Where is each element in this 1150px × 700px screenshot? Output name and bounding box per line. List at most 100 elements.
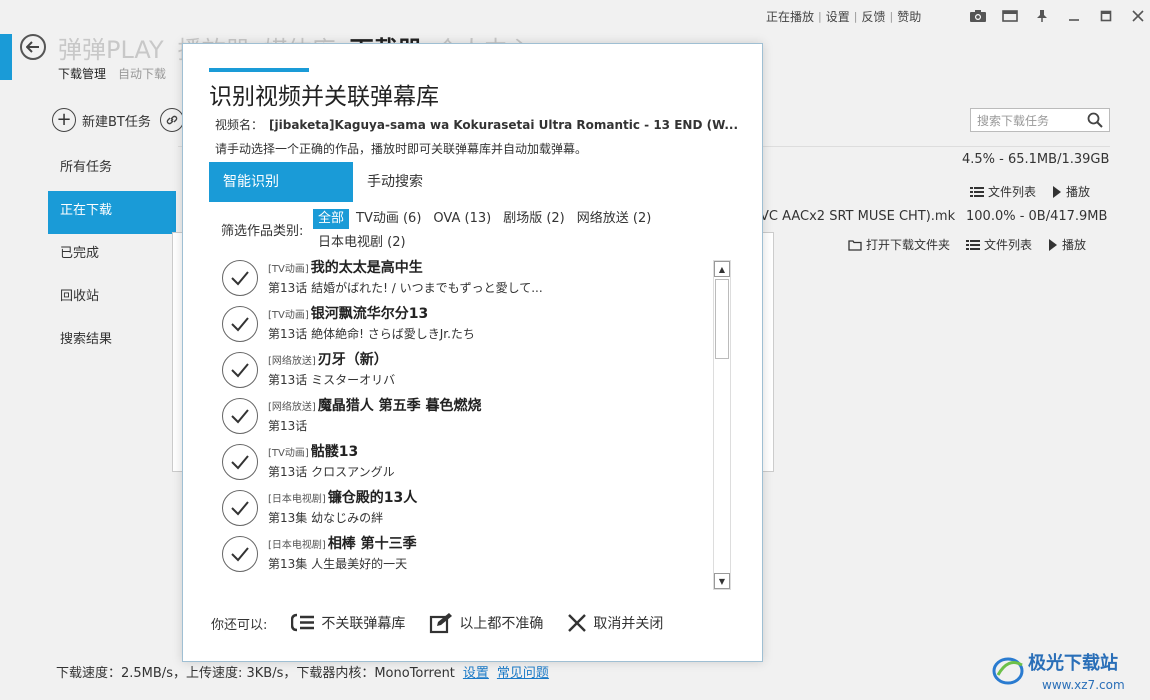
filter-ova[interactable]: OVA (13): [428, 209, 496, 229]
scroll-down-icon[interactable]: ▼: [714, 573, 730, 589]
item-title: 我的太太是高中生: [310, 260, 423, 276]
category-filters: 全部 TV动画 (6) OVA (13) 剧场版 (2) 网络放送 (2) 日本…: [313, 209, 673, 253]
cancel-close-button[interactable]: 取消并关闭: [567, 613, 663, 633]
checkmark-icon[interactable]: [222, 306, 258, 342]
settings-link[interactable]: 设置: [826, 8, 850, 25]
camera-icon[interactable]: [962, 5, 994, 27]
edit-icon: [430, 613, 453, 634]
filter-label: 筛选作品类别:: [221, 224, 304, 239]
task-1-actions: 文件列表 播放: [970, 183, 1090, 200]
nav-brand[interactable]: 弹弹PLAY: [58, 30, 164, 65]
minimize-icon[interactable]: [1058, 5, 1090, 27]
filter-web[interactable]: 网络放送 (2): [572, 209, 657, 229]
result-list-scrollbar[interactable]: ▲ ▼: [713, 260, 731, 590]
maximize-icon[interactable]: [1090, 5, 1122, 27]
open-folder-button[interactable]: 打开下载文件夹: [848, 236, 950, 253]
file-list-button[interactable]: 文件列表: [966, 236, 1032, 253]
item-tag: [TV动画]: [268, 448, 309, 459]
dialog-footer: 你还可以: 不关联弹幕库 以上都不准确 取消并关闭: [211, 612, 687, 634]
checkmark-icon[interactable]: [222, 352, 258, 388]
close-icon[interactable]: [1122, 5, 1150, 27]
scrollbar-thumb[interactable]: [715, 279, 729, 359]
filename-label: 视频名：: [215, 118, 264, 132]
speed-info: 下载速度：2.5MB/s，上传速度: 3KB/s，下载器内核：MonoTorre…: [56, 666, 455, 681]
item-title: 骷髅13: [310, 444, 359, 460]
task-1-status: 4.5% - 65.1MB/1.39GB: [962, 152, 1110, 167]
play-icon: [1053, 185, 1062, 198]
list-item[interactable]: [日本电视剧] 镰仓殿的13人第13集 幼なじみの絆: [213, 487, 417, 533]
filter-movie[interactable]: 剧场版 (2): [498, 209, 570, 229]
item-episode: 第13集 人生最美好的一天: [268, 557, 408, 571]
sidebar-item-all[interactable]: 所有任务: [48, 148, 176, 191]
back-arrow-icon[interactable]: [20, 34, 46, 60]
pin-icon[interactable]: [1026, 5, 1058, 27]
list-item[interactable]: [日本电视剧] 相棒 第十三季 第13集 人生最美好的一天: [213, 533, 417, 579]
search-input[interactable]: 搜索下载任务: [970, 108, 1110, 132]
tab-auto-download[interactable]: 自动下载: [118, 65, 166, 82]
top-links: 正在播放 | 设置 | 反馈 | 赞助: [766, 8, 921, 25]
filter-all[interactable]: 全部: [313, 209, 350, 229]
list-item[interactable]: [TV动画] 骷髅13 第13话 クロスアングル: [213, 441, 395, 487]
item-episode: 第13集 幼なじみの絆: [268, 511, 384, 525]
sponsor-link[interactable]: 赞助: [897, 8, 921, 25]
none-correct-button[interactable]: 以上都不准确: [429, 612, 543, 634]
dialog-tabs: 智能识别 手动搜索: [209, 162, 497, 202]
link-icon[interactable]: [160, 108, 184, 132]
tab-manual-search[interactable]: 手动搜索: [353, 162, 497, 202]
item-title: 银河飘流华尔分13: [310, 306, 429, 322]
footer-settings-link[interactable]: 设置: [463, 662, 489, 681]
scroll-up-icon[interactable]: ▲: [714, 261, 730, 277]
no-danmaku-button[interactable]: 不关联弹幕库: [291, 613, 405, 633]
item-episode: 第13话: [268, 419, 308, 433]
title-bar: 正在播放 | 设置 | 反馈 | 赞助: [0, 0, 1150, 30]
checkmark-icon[interactable]: [222, 444, 258, 480]
play-label: 播放: [1062, 238, 1087, 252]
item-tag: [日本电视剧]: [268, 494, 326, 505]
new-bt-task-label: 新建BT任务: [82, 114, 151, 130]
dialog-accent-bar: [209, 68, 309, 72]
new-bt-task-button[interactable]: + 新建BT任务: [52, 108, 151, 132]
list-item[interactable]: [网络放送] 魔晶猎人 第五季 暮色燃烧 第13话: [213, 395, 482, 441]
close-icon: [568, 614, 587, 632]
identify-video-dialog: 识别视频并关联弹幕库 视频名： [jibaketa]Kaguya-sama wa …: [182, 43, 763, 662]
file-list-label: 文件列表: [988, 185, 1037, 199]
sidebar-item-downloading[interactable]: 正在下载: [48, 191, 176, 234]
file-list-button[interactable]: 文件列表: [970, 183, 1036, 200]
play-button[interactable]: 播放: [1048, 236, 1086, 253]
filter-jp-drama[interactable]: 日本电视剧 (2): [313, 233, 411, 253]
search-icon[interactable]: [1087, 112, 1103, 128]
filter-tv-anime[interactable]: TV动画 (6): [351, 209, 426, 229]
item-title: 魔晶猎人 第五季 暮色燃烧: [317, 398, 482, 414]
now-playing-link[interactable]: 正在播放: [766, 8, 814, 25]
sidebar-item-search-results[interactable]: 搜索结果: [48, 320, 176, 363]
cancel-close-label: 取消并关闭: [593, 616, 664, 632]
item-episode: 第13话 絶体絶命! さらば愛しきJr.たち: [268, 327, 475, 341]
result-list: [TV动画] 我的太太是高中生第13话 結婚がばれた! / いつまでもずっと愛して…: [213, 257, 713, 587]
checkmark-icon[interactable]: [222, 260, 258, 296]
item-episode: 第13话 結婚がばれた! / いつまでもずっと愛して...: [268, 281, 543, 295]
faq-link[interactable]: 常见问题: [497, 662, 549, 681]
feedback-link[interactable]: 反馈: [861, 8, 885, 25]
item-title: 镰仓殿的13人: [327, 490, 418, 506]
checkmark-icon[interactable]: [222, 490, 258, 526]
list-item[interactable]: [TV动画] 我的太太是高中生 第13话 結婚がばれた! / いつまでもずっと愛して…: [213, 257, 543, 303]
checkmark-icon[interactable]: [222, 536, 258, 572]
checkmark-icon[interactable]: [222, 398, 258, 434]
item-episode: 第13话 ミスターオリバ: [268, 373, 396, 387]
separator: |: [818, 10, 822, 23]
sidebar-item-completed[interactable]: 已完成: [48, 234, 176, 277]
item-episode: 第13话 クロスアングル: [268, 465, 395, 479]
dialog-hint: 请手动选择一个正确的作品，播放时即可关联弹幕库并自动加载弹幕。: [215, 142, 588, 156]
tab-download-manager[interactable]: 下载管理: [58, 65, 106, 82]
play-button[interactable]: 播放: [1052, 183, 1090, 200]
list-item[interactable]: [网络放送] 刃牙（新） 第13话 ミスターオリバ: [213, 349, 395, 395]
list-icon: [966, 239, 981, 250]
item-tag: [网络放送]: [268, 402, 316, 413]
sidebar-item-recycle-bin[interactable]: 回收站: [48, 277, 176, 320]
list-item[interactable]: [TV动画] 银河飘流华尔分13 第13话 絶体絶命! さらば愛しきJr.たち: [213, 303, 475, 349]
window-controls: [962, 5, 1150, 27]
screen-icon[interactable]: [994, 5, 1026, 27]
tab-smart-match[interactable]: 智能识别: [209, 162, 353, 202]
item-tag: [网络放送]: [268, 356, 316, 367]
none-correct-label: 以上都不准确: [459, 616, 544, 632]
